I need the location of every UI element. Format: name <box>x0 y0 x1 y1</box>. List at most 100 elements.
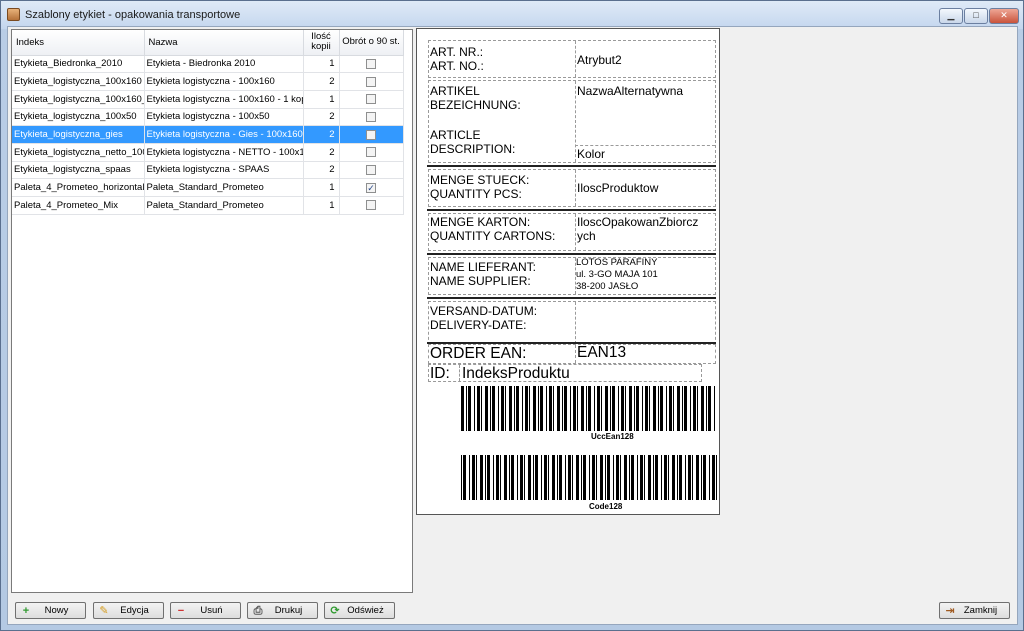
barcode-bar <box>548 455 549 500</box>
cell-indeks[interactable]: Paleta_4_Prometeo_horizontal <box>12 178 145 197</box>
cell-kopie[interactable]: 1 <box>303 196 340 215</box>
cell-nazwa[interactable]: Etykieta logistyczna - SPAAS <box>144 161 304 180</box>
rotate-checkbox[interactable] <box>366 111 376 122</box>
cell-kopie[interactable]: 2 <box>303 143 340 162</box>
barcode-bar <box>648 455 651 500</box>
close-button[interactable]: ✕ <box>989 8 1019 24</box>
refresh-button[interactable]: ⟳ Odśwież <box>324 602 395 619</box>
table-row[interactable]: Etykieta_logistyczna_spaas Etykieta logis… <box>12 161 404 180</box>
barcode-bar <box>528 455 531 500</box>
cell-kopie[interactable]: 2 <box>303 108 340 127</box>
barcode-bar <box>544 455 547 500</box>
column-header-kopie[interactable]: Ilość kopii <box>303 30 340 56</box>
rotate-checkbox[interactable] <box>366 58 376 69</box>
barcode-bar <box>485 455 486 500</box>
table-row[interactable]: Etykieta_logistyczna_100x160 Etykieta log… <box>12 72 404 91</box>
cell-nazwa[interactable]: Paleta_Standard_Prometeo <box>144 196 304 215</box>
cell-obrot: ✓ <box>339 178 404 197</box>
barcode-bar <box>625 386 626 431</box>
barcode-bar <box>620 455 621 500</box>
barcode-bar <box>645 386 648 431</box>
cell-indeks[interactable]: Etykieta_logistyczna_100x160_1 <box>12 90 145 109</box>
rotate-checkbox[interactable] <box>366 164 376 175</box>
barcode-bar <box>612 386 615 431</box>
label-karton-value: IloscOpakowanZbiorcz ych <box>577 215 699 243</box>
rotate-checkbox[interactable] <box>366 147 376 158</box>
cell-indeks[interactable]: Etykieta_Biedronka_2010 <box>12 55 145 74</box>
minimize-button[interactable]: ▁ <box>939 8 963 24</box>
table-row[interactable]: Paleta_4_Prometeo_horizontal Paleta_Stand… <box>12 178 404 197</box>
table-row[interactable]: Etykieta_Biedronka_2010 Etykieta - Biedro… <box>12 55 404 74</box>
templates-grid[interactable]: Indeks Nazwa Ilość kopii Obrót o 90 st. … <box>11 29 413 593</box>
cell-nazwa[interactable]: Etykieta logistyczna - 100x160 - 1 kopia <box>144 90 304 109</box>
title-bar[interactable]: Szablony etykiet - opakowania transporto… <box>1 1 1023 29</box>
cell-indeks[interactable]: Etykieta_logistyczna_spaas <box>12 161 145 180</box>
barcode-bar <box>653 386 656 431</box>
table-row[interactable]: Etykieta_logistyczna_100x160_1 Etykieta l… <box>12 90 404 109</box>
cell-nazwa[interactable]: Etykieta logistyczna - Gies - 100x160 <box>144 125 304 144</box>
barcode-bar <box>529 386 530 431</box>
barcode-bar <box>618 386 619 431</box>
barcode-bar <box>597 386 600 431</box>
cell-kopie[interactable]: 1 <box>303 55 340 74</box>
table-row[interactable]: Etykieta_logistyczna_100x50 Etykieta logi… <box>12 108 404 127</box>
barcode-bar <box>696 455 699 500</box>
barcode-bar <box>621 386 624 431</box>
barcode-bar <box>461 386 464 431</box>
barcode-bar <box>701 386 704 431</box>
label-id-caption: ID: <box>430 365 450 382</box>
cell-indeks[interactable]: Paleta_4_Prometeo_Mix <box>12 196 145 215</box>
barcode-bar <box>649 386 650 431</box>
barcode-bar <box>697 386 698 431</box>
cell-kopie[interactable]: 1 <box>303 178 340 197</box>
cell-nazwa[interactable]: Etykieta logistyczna - NETTO - 100x160 <box>144 143 304 162</box>
table-row[interactable]: Etykieta_logistyczna_netto_100 Etykieta l… <box>12 143 404 162</box>
cell-nazwa[interactable]: Etykieta logistyczna - 100x160 <box>144 72 304 91</box>
barcode-bar <box>660 386 663 431</box>
cell-indeks[interactable]: Etykieta_logistyczna_netto_100 <box>12 143 145 162</box>
label-menge-value: IloscProduktow <box>577 181 659 195</box>
label-karton-caption: MENGE KARTON: QUANTITY CARTONS: <box>430 215 556 243</box>
table-row[interactable]: Etykieta_logistyczna_gies Etykieta logist… <box>12 125 404 144</box>
new-button[interactable]: + Nowy <box>15 602 86 619</box>
rotate-checkbox[interactable]: ✓ <box>366 182 376 193</box>
barcode-bar <box>533 455 534 500</box>
maximize-button[interactable]: □ <box>964 8 988 24</box>
cell-indeks[interactable]: Etykieta_logistyczna_gies <box>12 125 145 144</box>
cell-indeks[interactable]: Etykieta_logistyczna_100x50 <box>12 108 145 127</box>
barcode-bar <box>600 455 603 500</box>
rotate-checkbox[interactable] <box>366 129 376 140</box>
column-header-nazwa[interactable]: Nazwa <box>144 30 304 56</box>
barcode-bar <box>709 455 710 500</box>
edit-button[interactable]: ✎ Edycja <box>93 602 164 619</box>
cell-nazwa[interactable]: Paleta_Standard_Prometeo <box>144 178 304 197</box>
label-art-value: Atrybut2 <box>577 53 622 67</box>
label-divider <box>427 165 716 167</box>
rotate-checkbox[interactable] <box>366 76 376 87</box>
rotate-checkbox[interactable] <box>366 200 376 211</box>
print-button[interactable]: ⎙ Drukuj <box>247 602 318 619</box>
cell-kopie[interactable]: 2 <box>303 161 340 180</box>
barcode-bar <box>666 386 667 431</box>
rotate-checkbox[interactable] <box>366 94 376 105</box>
cell-nazwa[interactable]: Etykieta logistyczna - 100x50 <box>144 108 304 127</box>
cell-indeks[interactable]: Etykieta_logistyczna_100x160 <box>12 72 145 91</box>
edit-button-label: Edycja <box>120 605 149 616</box>
cell-kopie[interactable]: 2 <box>303 125 340 144</box>
close-window-button[interactable]: ⇥ Zamknij <box>939 602 1010 619</box>
column-header-indeks[interactable]: Indeks <box>12 30 145 56</box>
barcode-bar <box>533 386 536 431</box>
new-button-label: Nowy <box>44 605 69 616</box>
barcode-bar <box>496 455 499 500</box>
barcode-bar <box>629 386 632 431</box>
barcode-bar <box>616 455 619 500</box>
barcode-bar <box>672 455 675 500</box>
label-preview: ART. NR.: ART. NO.: Atrybut2 ARTIKEL BEZ… <box>416 28 720 515</box>
table-row[interactable]: Paleta_4_Prometeo_Mix Paleta_Standard_Pro… <box>12 196 404 215</box>
cell-kopie[interactable]: 2 <box>303 72 340 91</box>
barcode-bar <box>577 386 578 431</box>
delete-button[interactable]: − Usuń <box>170 602 241 619</box>
cell-kopie[interactable]: 1 <box>303 90 340 109</box>
cell-nazwa[interactable]: Etykieta - Biedronka 2010 <box>144 55 304 74</box>
column-header-obrot[interactable]: Obrót o 90 st. <box>339 30 404 56</box>
